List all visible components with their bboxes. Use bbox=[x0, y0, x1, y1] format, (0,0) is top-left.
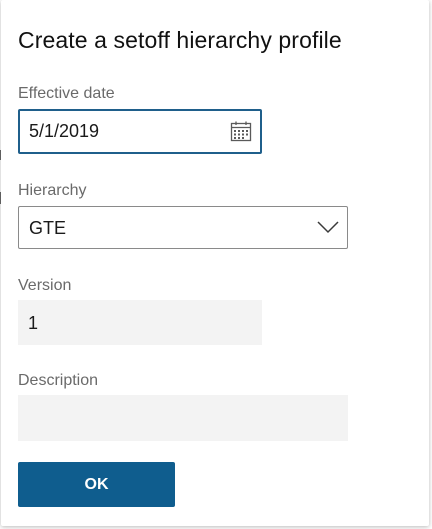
effective-date-value: 5/1/2019 bbox=[29, 121, 100, 141]
version-value: 1 bbox=[28, 313, 39, 333]
hierarchy-dropdown[interactable]: GTE bbox=[18, 206, 348, 249]
version-field[interactable]: 1 bbox=[18, 300, 262, 345]
chevron-down-icon bbox=[317, 221, 339, 234]
create-setoff-hierarchy-dialog: Create a setoff hierarchy profile Effect… bbox=[1, 0, 429, 526]
hierarchy-value: GTE bbox=[29, 218, 67, 238]
effective-date-field[interactable]: 5/1/2019 bbox=[18, 109, 262, 154]
calendar-icon[interactable] bbox=[230, 120, 252, 142]
description-field[interactable] bbox=[18, 395, 348, 441]
effective-date-label: Effective date bbox=[18, 85, 115, 102]
hierarchy-label: Hierarchy bbox=[18, 182, 87, 199]
version-label: Version bbox=[18, 277, 72, 294]
description-label: Description bbox=[18, 372, 99, 389]
dialog-title: Create a setoff hierarchy profile bbox=[18, 27, 342, 53]
ok-button[interactable]: OK bbox=[18, 462, 175, 507]
